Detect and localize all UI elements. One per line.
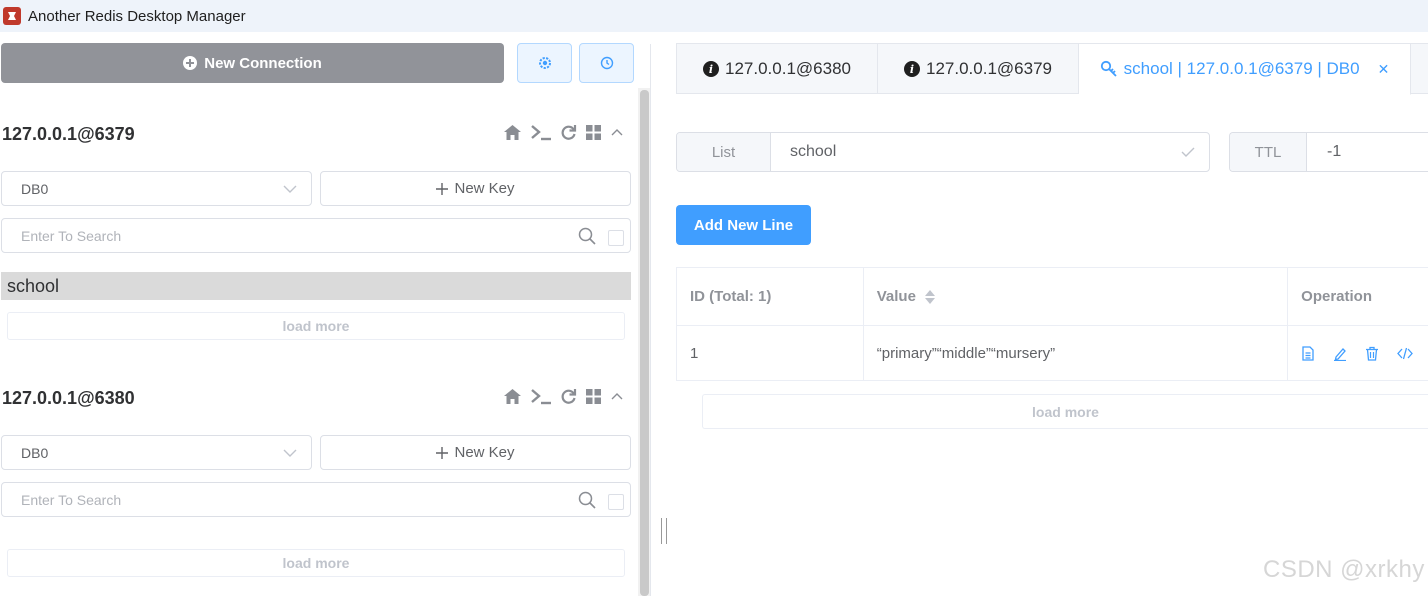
grid-icon[interactable] [585,124,602,141]
row-value: “primary”“middle”“mursery” [864,326,1289,380]
close-icon[interactable]: ✕ [1378,61,1390,78]
table-row: 1 “primary”“middle”“mursery” [677,326,1428,381]
ttl-field: TTL -1 [1229,132,1428,172]
command-log-button[interactable] [579,43,634,83]
new-connection-button[interactable]: New Connection [1,43,504,83]
home-icon[interactable] [503,124,522,141]
column-header-value[interactable]: Value [864,268,1289,325]
gear-icon [538,57,551,69]
document-icon[interactable] [1301,345,1315,361]
edit-icon[interactable] [1333,346,1347,361]
code-icon[interactable] [1397,346,1414,361]
refresh-icon[interactable] [560,388,577,405]
new-key-button[interactable]: New Key [320,435,631,470]
row-operations [1288,326,1428,380]
load-more-button[interactable]: load more [7,549,625,577]
search-placeholder: Enter To Search [21,491,122,508]
key-search-input[interactable]: Enter To Search [1,218,631,253]
plus-icon [436,182,449,195]
column-header-operation: Operation [1301,288,1373,305]
table-header: ID (Total: 1) Value Operation [677,268,1428,326]
app-logo-icon [3,7,21,25]
column-header-value-label: Value [876,288,916,305]
search-placeholder: Enter To Search [21,227,122,244]
window-title: Another Redis Desktop Manager [28,7,246,25]
search-icon[interactable] [578,227,596,245]
key-icon [1100,60,1117,77]
sidebar-scrollbar-thumb[interactable] [640,90,649,596]
chevron-up-icon[interactable] [610,124,624,141]
key-search-input[interactable]: Enter To Search [1,482,631,517]
tab-bar: i 127.0.0.1@6380 i 127.0.0.1@6379 school… [676,43,1428,95]
plus-circle-icon [183,56,198,70]
resize-handle[interactable] [661,518,667,544]
load-more-button[interactable]: load more [7,312,625,340]
exact-search-checkbox[interactable] [608,494,624,510]
grid-icon[interactable] [585,388,602,405]
tab-label: school | 127.0.0.1@6379 | DB0 [1123,59,1360,78]
connection-toolbar [503,388,624,405]
new-connection-label: New Connection [204,54,322,72]
info-icon: i [703,61,719,77]
row-id: 1 [677,326,864,380]
search-icon[interactable] [578,491,596,509]
home-icon[interactable] [503,388,522,405]
load-more-button[interactable]: load more [702,394,1428,429]
list-values-table: ID (Total: 1) Value Operation 1 “primary… [676,267,1428,381]
key-type-label: List [677,133,771,171]
info-icon: i [904,61,920,77]
add-new-line-button[interactable]: Add New Line [676,205,811,245]
connection-toolbar [503,124,624,141]
key-name-field: List school [676,132,1210,172]
refresh-icon[interactable] [560,124,577,141]
sort-icon[interactable] [924,289,936,304]
tab-label: 127.0.0.1@6379 [926,59,1052,78]
column-header-id: ID (Total: 1) [677,268,864,325]
title-bar: Another Redis Desktop Manager [0,0,1428,32]
tab-connection-6380[interactable]: i 127.0.0.1@6380 [677,44,878,94]
db-select-value: DB0 [21,444,49,461]
connection-name[interactable]: 127.0.0.1@6379 [2,124,135,145]
db-select-value: DB0 [21,180,49,197]
tab-connection-6379[interactable]: i 127.0.0.1@6379 [878,44,1079,94]
terminal-icon[interactable] [530,388,552,405]
check-icon[interactable] [1181,145,1195,159]
new-key-label: New Key [454,180,515,197]
plus-icon [436,446,449,459]
settings-button[interactable] [517,43,572,83]
ttl-input[interactable]: -1 [1307,133,1428,171]
db-select[interactable]: DB0 [1,435,312,470]
panel-divider [650,44,651,596]
chevron-up-icon[interactable] [610,388,624,405]
chevron-down-icon [283,185,297,193]
ttl-label: TTL [1230,133,1307,171]
sidebar: New Connection 127.0.0.1@6379 DB0 New Ke… [0,32,652,596]
key-name-value: school [790,143,837,160]
tab-key-school[interactable]: school | 127.0.0.1@6379 | DB0 ✕ [1079,44,1411,95]
key-list-item[interactable]: school [1,272,631,300]
watermark: CSDN @xrkhy [1263,556,1425,583]
chevron-down-icon [283,449,297,457]
terminal-icon[interactable] [530,124,552,141]
new-key-label: New Key [454,444,515,461]
connection-name[interactable]: 127.0.0.1@6380 [2,388,135,409]
db-select[interactable]: DB0 [1,171,312,206]
new-key-button[interactable]: New Key [320,171,631,206]
exact-search-checkbox[interactable] [608,230,624,246]
clock-icon [600,56,613,70]
tab-label: 127.0.0.1@6380 [725,59,851,78]
key-name-input[interactable]: school [771,133,1209,171]
delete-icon[interactable] [1365,346,1379,361]
